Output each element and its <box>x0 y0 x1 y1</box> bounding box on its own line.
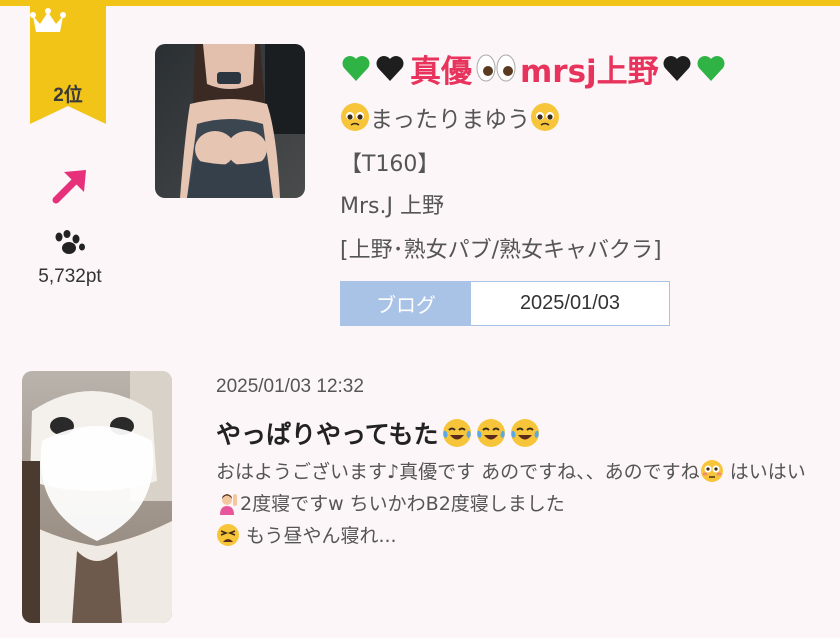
shop-category: [上野･熟女パブ/熟女キャバクラ] <box>340 238 662 263</box>
flushed-face-icon <box>700 460 723 482</box>
black-heart-icon <box>376 56 404 81</box>
excerpt-part-1: おはようございます♪真優です あのですね、、あのですね <box>216 461 700 483</box>
profile-name-suffix: mrsj上野 <box>520 53 659 90</box>
rank-badge: 2位 <box>30 6 106 124</box>
shop-name[interactable]: Mrs.J 上野 <box>340 188 444 220</box>
green-heart-icon <box>697 56 725 81</box>
post-thumbnail[interactable] <box>22 371 172 623</box>
profile-name-line[interactable]: 真優 mrsj上野 <box>340 44 729 92</box>
blog-date: 2025/01/03 <box>519 292 621 314</box>
excerpt-part-3: 2度寝ですw ちいかわB2度寝しました <box>240 493 565 515</box>
raising-hand-icon <box>220 494 237 515</box>
crown-icon <box>30 8 66 32</box>
trend-up-icon <box>52 170 86 204</box>
pleading-face-icon <box>531 103 560 131</box>
blog-date-box[interactable]: ブログ 2025/01/03 <box>340 281 670 326</box>
profile-photo[interactable] <box>155 44 305 198</box>
blog-label: ブログ <box>341 282 471 325</box>
profile-name: 真優 <box>410 53 472 90</box>
green-heart-icon <box>342 56 370 81</box>
black-heart-icon <box>663 56 691 81</box>
nickname-text: まったりまゆう <box>370 107 531 133</box>
height-info: 【T160】 <box>340 152 440 177</box>
tears-of-joy-icon <box>510 419 539 447</box>
tired-face-icon <box>217 524 239 546</box>
eyes-icon <box>476 54 516 82</box>
tears-of-joy-icon <box>476 419 505 447</box>
post-title-text: やっぱりやってもた <box>216 420 439 449</box>
excerpt-part-2: はいはい <box>723 461 806 483</box>
post-timestamp: 2025/01/03 12:32 <box>216 376 364 397</box>
pleading-face-icon <box>341 103 369 131</box>
excerpt-part-4: もう昼やん寝れ... <box>240 525 397 547</box>
paw-icon <box>55 230 85 254</box>
post-excerpt: おはようございます♪真優です あのですね、、あのですね はいはい 2度寝ですw … <box>216 456 816 552</box>
rank-label: 2位 <box>53 85 83 106</box>
post-title[interactable]: やっぱりやってもた <box>216 414 541 452</box>
nickname-line: まったりまゆう <box>340 100 560 134</box>
tears-of-joy-icon <box>442 419 471 447</box>
points-value: 5,732pt <box>38 266 102 287</box>
top-accent-bar <box>0 0 840 6</box>
